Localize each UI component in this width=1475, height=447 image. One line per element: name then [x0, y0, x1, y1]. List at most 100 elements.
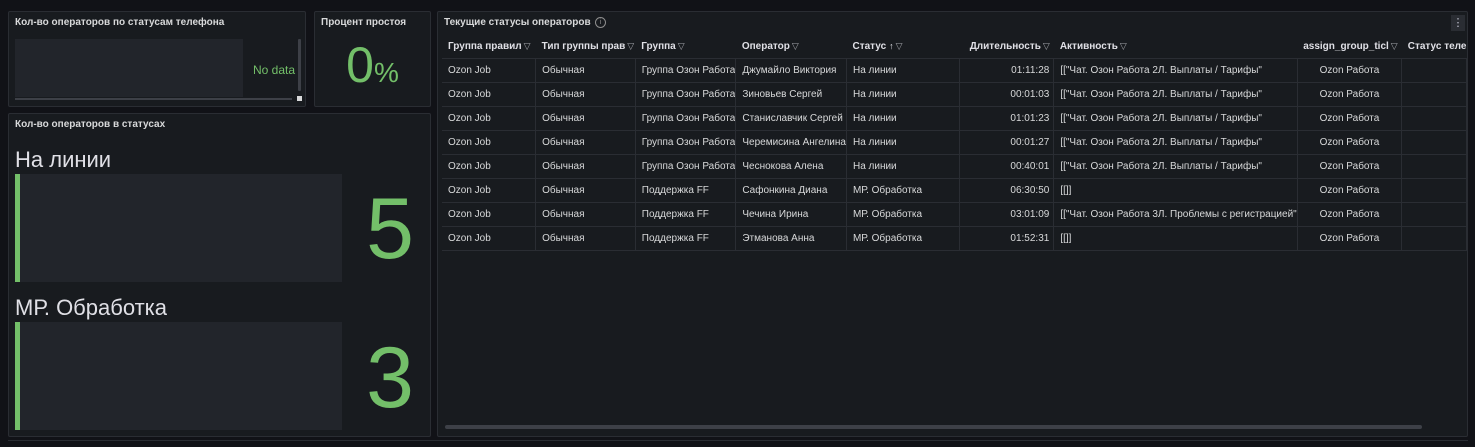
table-cell: Обычная [535, 58, 636, 83]
table-cell: МР. Обработка [846, 178, 960, 203]
stat-value-mr-processing: 3 [366, 330, 414, 426]
table-cell: МР. Обработка [846, 202, 960, 227]
no-data-label: No data [253, 63, 296, 77]
table-cell: Черемисина Ангелина [735, 130, 847, 155]
filter-icon[interactable]: ▽ [678, 41, 685, 51]
table-cell: Ozon Работа [1297, 202, 1403, 227]
filter-icon[interactable]: ▽ [627, 41, 634, 51]
table-cell: Ozon Работа [1297, 130, 1403, 155]
table-cell: Этманова Анна [735, 226, 847, 251]
idle-percent-value: 0% [315, 40, 430, 90]
table-cell: Обычная [535, 178, 636, 203]
filter-icon[interactable]: ▽ [1120, 41, 1127, 51]
table-cell: [["Чат. Озон Работа 2Л. Выплаты / Тарифы… [1053, 106, 1298, 131]
table-cell: На линии [846, 154, 960, 179]
resize-handle[interactable] [297, 96, 302, 101]
table-cell: [[]] [1053, 226, 1298, 251]
table-cell: Ozon Работа [1297, 154, 1403, 179]
table-cell [1401, 106, 1467, 131]
column-header[interactable]: Длительность ▽ [959, 36, 1054, 59]
table-cell: [["Чат. Озон Работа 2Л. Выплаты / Тарифы… [1053, 130, 1298, 155]
table-cell: Зиновьев Сергей [735, 82, 847, 107]
operator-table: Группа правил ▽ Тип группы прав ▽ Группа ▽ … [442, 36, 1467, 251]
table-cell: Джумайло Виктория [735, 58, 847, 83]
table-cell: МР. Обработка [846, 226, 960, 251]
column-header[interactable]: Статус теле [1401, 36, 1467, 59]
idle-value: 0 [346, 37, 374, 93]
table-cell [1401, 202, 1467, 227]
filter-icon[interactable]: ▽ [1391, 41, 1398, 51]
table-cell [1401, 130, 1467, 155]
column-header[interactable]: Статус ↑ ▽ [846, 36, 960, 59]
table-cell: Группа Озон Работа [635, 106, 737, 131]
table-cell: Ozon Работа [1297, 226, 1403, 251]
column-header[interactable]: assign_group_ticl ▽ [1297, 36, 1402, 59]
table-cell: Поддержка FF [635, 202, 737, 227]
table-cell: Ozon Job [442, 154, 537, 179]
column-header-label: Статус теле [1407, 41, 1467, 53]
column-header-label: Активность [1059, 41, 1118, 53]
table-cell: Станиславчик Сергей [735, 106, 847, 131]
table-cell [1401, 154, 1467, 179]
table-row[interactable]: Ozon Job Обычная Группа Озон Работа Чесноко… [442, 154, 1467, 179]
panel-title[interactable]: Кол-во операторов по статусам телефона [15, 17, 224, 28]
column-header-label: Статус [852, 41, 887, 53]
table-row[interactable]: Ozon Job Обычная Группа Озон Работа Станисл… [442, 106, 1467, 131]
column-header[interactable]: Тип группы прав ▽ [535, 36, 636, 59]
table-cell: Ozon Работа [1297, 106, 1403, 131]
table-cell: Обычная [535, 154, 636, 179]
column-header[interactable]: Группа правил ▽ [442, 36, 536, 59]
table-row[interactable]: Ozon Job Обычная Поддержка FF Этманова Анна… [442, 226, 1467, 251]
table-row[interactable]: Ozon Job Обычная Группа Озон Работа Зиновье… [442, 82, 1467, 107]
horizontal-scrollbar[interactable] [15, 98, 292, 100]
table-cell: Обычная [535, 106, 636, 131]
panel-title[interactable]: Кол-во операторов в статусах [15, 119, 165, 130]
table-cell: Ozon Job [442, 82, 537, 107]
column-header[interactable]: Группа ▽ [635, 36, 736, 59]
table-cell: Ozon Job [442, 106, 537, 131]
table-cell: Сафонкина Диана [735, 178, 847, 203]
sort-ascending-icon[interactable]: ↑ [889, 41, 894, 51]
table-cell: 01:52:31 [959, 226, 1055, 251]
table-cell: Группа Озон Работа [635, 154, 737, 179]
stat-accent-bar [15, 174, 20, 282]
filter-icon[interactable]: ▽ [896, 41, 903, 51]
table-row[interactable]: Ozon Job Обычная Группа Озон Работа Джумайл… [442, 58, 1467, 83]
panel-title[interactable]: Текущие статусы операторов [444, 17, 591, 28]
chart-area [15, 39, 243, 97]
kebab-menu-icon[interactable]: ⋮ [1451, 15, 1465, 31]
column-header-label: Тип группы прав [541, 41, 626, 53]
horizontal-scrollbar[interactable] [445, 425, 1422, 429]
table-cell [1401, 58, 1467, 83]
table-cell: На линии [846, 58, 960, 83]
table-cell: На линии [846, 130, 960, 155]
table-row[interactable]: Ozon Job Обычная Группа Озон Работа Черемис… [442, 130, 1467, 155]
table-cell: 01:11:28 [959, 58, 1055, 83]
table-row[interactable]: Ozon Job Обычная Поддержка FF Сафонкина Диа… [442, 178, 1467, 203]
column-header[interactable]: Активность ▽ [1053, 36, 1298, 59]
table-row[interactable]: Ozon Job Обычная Поддержка FF Чечина Ирина М… [442, 202, 1467, 227]
column-header[interactable]: Оператор ▽ [735, 36, 847, 59]
table-cell: Поддержка FF [635, 178, 737, 203]
table-cell: На линии [846, 106, 960, 131]
table-cell [1401, 178, 1467, 203]
panel-title[interactable]: Процент простоя [321, 17, 406, 28]
info-icon[interactable]: i [595, 17, 606, 28]
table-cell: Чечина Ирина [735, 202, 847, 227]
stat-box-mr-processing [15, 322, 342, 430]
vertical-scrollbar[interactable] [298, 39, 301, 91]
filter-icon[interactable]: ▽ [1043, 41, 1050, 51]
column-header-label: Группа [641, 41, 676, 53]
table-cell: Ozon Работа [1297, 178, 1403, 203]
stat-label-online: На линии [15, 147, 112, 172]
stat-label-mr-processing: МР. Обработка [15, 295, 168, 320]
table-cell: Группа Озон Работа [635, 58, 737, 83]
table-cell: 03:01:09 [959, 202, 1055, 227]
filter-icon[interactable]: ▽ [792, 41, 799, 51]
filter-icon[interactable]: ▽ [524, 41, 531, 51]
table-cell: Ozon Job [442, 130, 537, 155]
table-body: Ozon Job Обычная Группа Озон Работа Джумайл… [442, 58, 1467, 251]
table-cell: Ozon Job [442, 226, 537, 251]
column-header-label: Оператор [741, 41, 790, 53]
table-cell: 01:01:23 [959, 106, 1055, 131]
